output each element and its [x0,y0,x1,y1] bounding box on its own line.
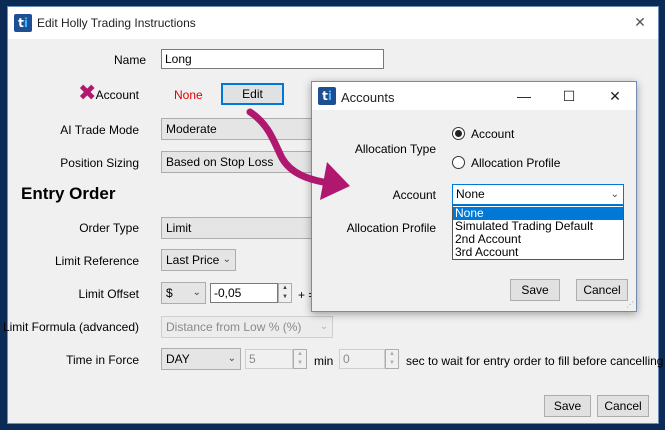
spin-up-icon: ▲ [389,351,395,357]
spin-down-icon: ▼ [389,360,395,366]
chevron-down-icon: ⌄ [227,353,236,364]
chevron-down-icon[interactable]: ⌄ [611,185,619,204]
account-combo[interactable]: None ⌄ [452,184,624,205]
time-min-input: 5 [245,349,293,369]
x-mark-icon: ✖ [78,80,97,105]
position-sizing-value: Based on Stop Loss [166,155,274,169]
chevron-down-icon: ⌄ [192,287,201,298]
time-min-stepper: ▲ ▼ [293,349,307,369]
account-label: Account [95,88,139,102]
accounts-cancel-button[interactable]: Cancel [576,279,628,301]
close-icon[interactable]: ✕ [632,14,648,30]
dropdown-option-3rd[interactable]: 3rd Account [453,246,623,259]
chevron-down-icon: ⌄ [319,321,328,332]
radio-account[interactable] [452,127,465,140]
ai-trade-mode-label: AI Trade Mode [60,123,139,137]
spin-up-icon[interactable]: ▲ [279,284,291,293]
time-in-force-select[interactable]: DAY ⌄ [161,348,241,370]
radio-allocation-profile-label[interactable]: Allocation Profile [471,156,560,170]
limit-offset-input[interactable]: -0,05 [210,283,278,303]
limit-offset-label: Limit Offset [78,287,139,301]
account-dropdown-list[interactable]: None Simulated Trading Default 2nd Accou… [452,205,624,260]
account-value: None [174,88,203,102]
spin-down-icon: ▼ [297,360,303,366]
spin-up-icon: ▲ [297,351,303,357]
close-icon[interactable]: ✕ [603,86,627,106]
maximize-icon[interactable]: ☐ [557,86,581,106]
min-label: min [314,354,334,368]
time-in-force-label: Time in Force [66,353,139,367]
time-sec-stepper: ▲ ▼ [385,349,399,369]
order-type-select[interactable]: Limit [161,217,313,239]
limit-formula-label: Limit Formula (advanced) [2,320,139,334]
save-button[interactable]: Save [544,395,591,417]
app-logo-icon: ti [318,87,336,105]
radio-account-label[interactable]: Account [471,127,514,141]
accounts-dialog-title: Accounts [341,90,395,105]
position-sizing-label: Position Sizing [60,156,139,170]
minimize-icon[interactable]: — [512,86,536,106]
allocation-profile-label: Allocation Profile [346,221,436,235]
spin-down-icon[interactable]: ▼ [279,293,291,302]
accounts-dialog: ti Accounts — ☐ ✕ Allocation Type Accoun… [311,81,637,312]
order-type-value: Limit [166,221,192,235]
ai-trade-mode-value: Moderate [166,122,217,136]
sec-wait-label: sec to wait for entry order to fill befo… [406,354,664,368]
allocation-type-label: Allocation Type [354,142,436,156]
limit-offset-unit-select[interactable]: $ ⌄ [161,282,206,304]
name-label: Name [113,53,146,67]
limit-formula-value: Distance from Low % (%) [166,320,302,334]
position-sizing-select[interactable]: Based on Stop Loss [161,151,313,173]
accounts-titlebar: ti Accounts — ☐ ✕ [312,82,636,110]
order-type-label: Order Type [79,221,139,235]
main-window-title: Edit Holly Trading Instructions [37,16,196,30]
limit-offset-unit-value: $ [166,286,173,300]
app-logo-icon: ti [14,14,32,32]
resize-grip-icon[interactable]: ⋰ [626,301,634,309]
account-label: Account [392,188,436,202]
time-in-force-value: DAY [166,352,190,366]
limit-offset-stepper[interactable]: ▲ ▼ [278,283,292,303]
accounts-save-button[interactable]: Save [510,279,560,301]
edit-account-button[interactable]: Edit [221,83,284,105]
time-sec-input: 0 [339,349,385,369]
main-titlebar: ti Edit Holly Trading Instructions ✕ [8,7,658,39]
radio-allocation-profile[interactable] [452,156,465,169]
chevron-down-icon: ⌄ [222,254,231,265]
limit-reference-label: Limit Reference [54,254,139,268]
limit-reference-value: Last Price [166,253,220,267]
ai-trade-mode-select[interactable]: Moderate [161,118,313,140]
entry-order-heading: Entry Order [21,184,116,203]
limit-formula-select: Distance from Low % (%) ⌄ [161,316,333,338]
name-input[interactable]: Long [161,49,384,69]
account-combo-value: None [456,187,485,201]
cancel-button[interactable]: Cancel [597,395,649,417]
limit-reference-select[interactable]: Last Price ⌄ [161,249,236,271]
